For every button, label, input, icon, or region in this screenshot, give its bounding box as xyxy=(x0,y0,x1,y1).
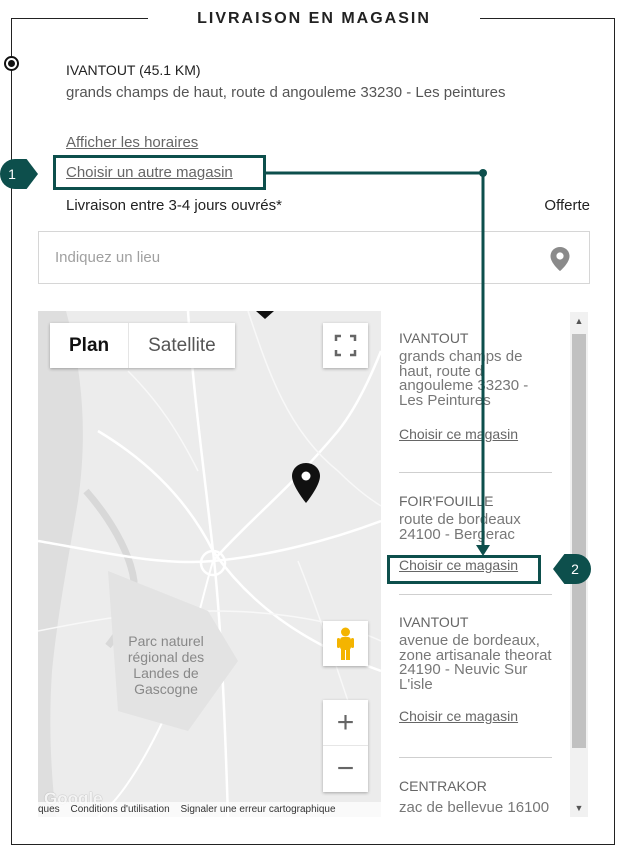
scroll-thumb[interactable] xyxy=(572,334,586,748)
store-list-item: IVANTOUT grands champs de haut, route d … xyxy=(399,329,554,442)
location-search xyxy=(38,231,590,284)
zoom-in-button[interactable]: + xyxy=(323,700,368,746)
scroll-down-icon[interactable]: ▼ xyxy=(570,799,588,817)
store-item-address: zac de bellevue 16100 xyxy=(399,799,550,816)
store-map[interactable]: Plan Satellite Parc naturel régional des… xyxy=(38,311,381,817)
map-type-satellite-button[interactable]: Satellite xyxy=(128,323,235,368)
store-radio-button[interactable] xyxy=(4,56,19,71)
store-divider xyxy=(399,472,552,473)
fullscreen-icon xyxy=(334,334,357,357)
location-pin-icon[interactable] xyxy=(549,246,571,272)
fullscreen-button[interactable] xyxy=(323,323,368,368)
section-title: LIVRAISON EN MAGASIN xyxy=(148,6,480,32)
zoom-control: + − xyxy=(323,700,368,792)
store-divider xyxy=(399,757,552,758)
scroll-up-icon[interactable]: ▲ xyxy=(570,312,588,330)
store-item-address: grands champs de haut, route d angouleme… xyxy=(399,348,529,409)
map-report-link[interactable]: Signaler une erreur cartographique xyxy=(180,804,335,815)
store-list-item: CENTRAKOR zac de bellevue 16100 xyxy=(399,777,554,816)
callout-highlight-1 xyxy=(53,155,266,190)
zoom-out-button[interactable]: − xyxy=(323,746,368,792)
map-type-plan-button[interactable]: Plan xyxy=(50,323,128,368)
map-footer: ques Conditions d'utilisation Signaler u… xyxy=(38,802,381,817)
delivery-time-text: Livraison entre 3-4 jours ouvrés* xyxy=(66,197,282,214)
store-item-name: CENTRAKOR xyxy=(399,778,487,794)
store-divider xyxy=(399,594,552,595)
map-type-control: Plan Satellite xyxy=(50,323,235,368)
delivery-price: Offerte xyxy=(544,197,590,214)
map-terms-link[interactable]: Conditions d'utilisation xyxy=(70,804,169,815)
store-item-name: FOIR'FOUILLE xyxy=(399,493,494,509)
store-item-name: IVANTOUT xyxy=(399,330,469,346)
store-list-item: IVANTOUT avenue de bordeaux, zone artisa… xyxy=(399,613,554,724)
map-shortcuts-link[interactable]: ques xyxy=(38,804,60,815)
store-item-address: route de bordeaux 24100 - Bergerac xyxy=(399,511,521,543)
choose-store-link[interactable]: Choisir ce magasin xyxy=(399,708,554,724)
store-item-name: IVANTOUT xyxy=(399,614,469,630)
street-view-button[interactable] xyxy=(323,621,368,666)
map-park-label: Parc naturel régional des Landes de Gasc… xyxy=(127,633,205,697)
choose-store-link[interactable]: Choisir ce magasin xyxy=(399,426,554,442)
location-search-input[interactable] xyxy=(39,232,539,283)
store-item-address: avenue de bordeaux, zone artisanale theo… xyxy=(399,632,552,693)
callout-highlight-2 xyxy=(387,555,541,584)
selected-store-address: grands champs de haut, route d angouleme… xyxy=(66,84,506,101)
selected-store-name: IVANTOUT (45.1 KM) xyxy=(66,62,201,78)
show-hours-link[interactable]: Afficher les horaires xyxy=(66,134,198,151)
pegman-icon xyxy=(337,627,354,660)
